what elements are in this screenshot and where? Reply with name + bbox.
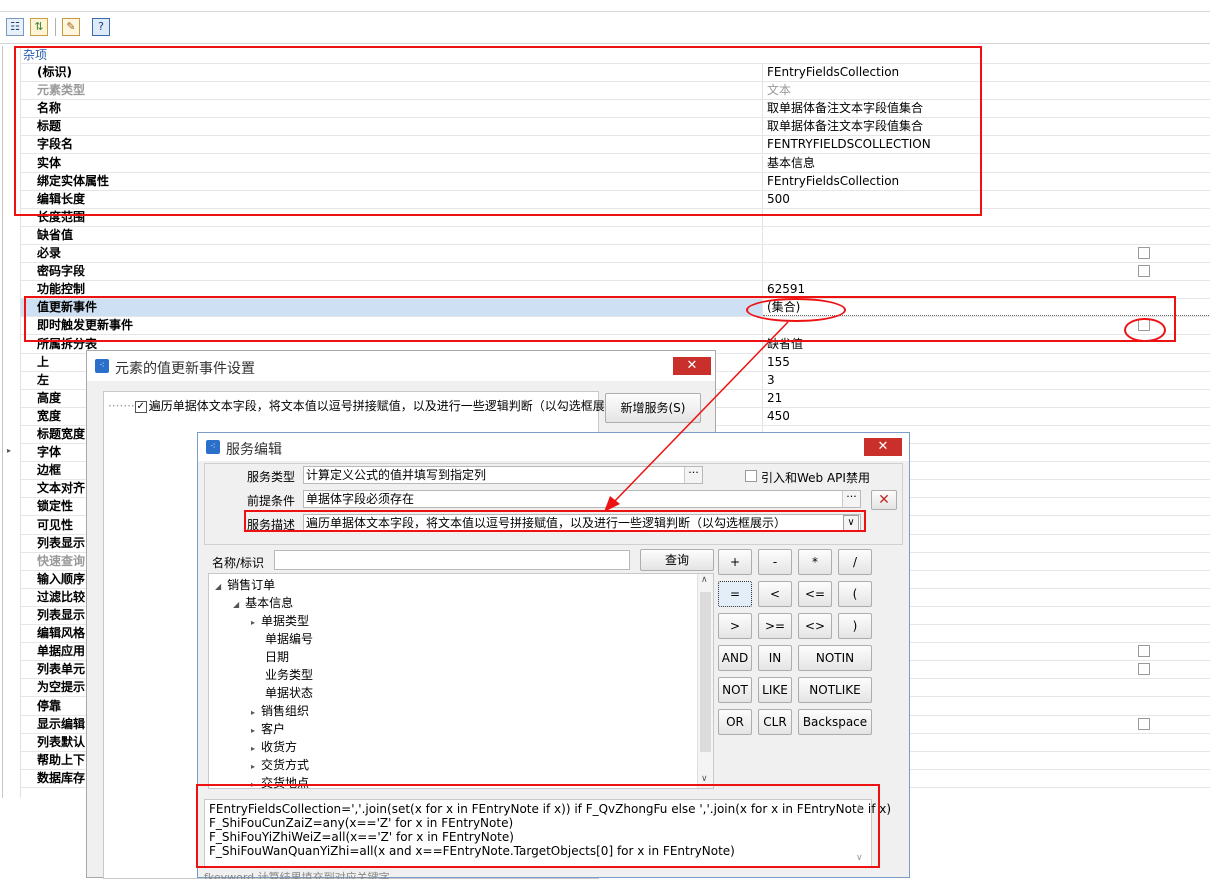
annotation-arrow <box>604 321 789 512</box>
